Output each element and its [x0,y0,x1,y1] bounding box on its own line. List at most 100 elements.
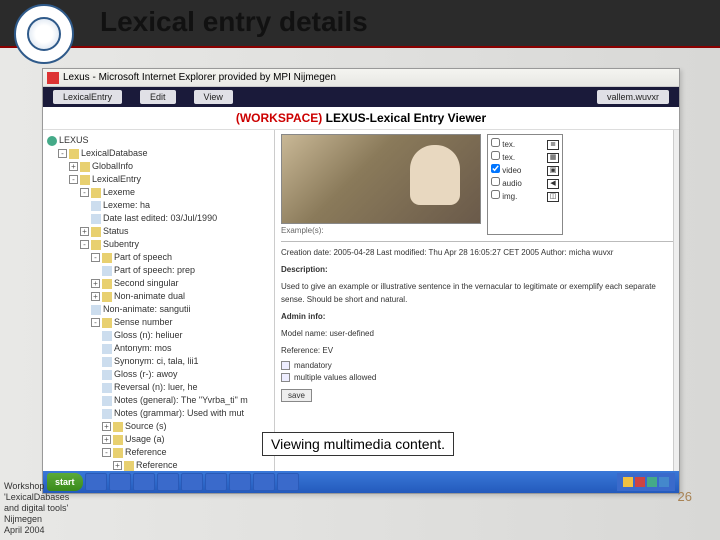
tree-item[interactable]: Antonym: mos [102,342,272,355]
details-pane: Example(s): tex.≣ tex.▦ video▣ audio◀ im… [275,130,679,474]
doc-icon [102,357,112,367]
workspace-header: (WORKSPACE) LEXUS-Lexical Entry Viewer [43,107,679,130]
opt-text2[interactable] [491,151,500,160]
tree-item[interactable]: +Non-animate dual [91,290,272,303]
opt-video[interactable] [491,164,500,173]
tree-item[interactable]: Gloss (n): heliuer [102,329,272,342]
task-item[interactable] [253,473,275,491]
tree-item[interactable]: -Part of speech Part of speech: prep [91,251,272,277]
mandatory-checkbox[interactable] [281,361,290,370]
tray-icon [647,477,657,487]
tree-item[interactable]: +Second singular [91,277,272,290]
tree-item[interactable]: Lexeme: ha [91,199,272,212]
caption: Viewing multimedia content. [262,432,454,456]
doc-icon [91,214,101,224]
globe-icon [47,136,57,146]
folder-icon [102,318,112,328]
tree-item[interactable]: Notes (general): The "Yvrba_ti" m [102,394,272,407]
tree-root[interactable]: LEXUS -LexicalDatabase +GlobalInfo -Lexi… [47,134,272,474]
task-item[interactable] [277,473,299,491]
task-item[interactable] [133,473,155,491]
tree-item[interactable]: -Reference +Reference -Example [102,446,272,474]
tree-item[interactable]: Part of speech: prep [102,264,272,277]
text-icon: ≣ [547,140,559,150]
save-button[interactable]: save [281,389,312,402]
tree-item[interactable]: Gloss (r-): awoy [102,368,272,381]
task-item[interactable] [181,473,203,491]
menu-edit[interactable]: Edit [140,90,176,104]
model-name: Model name: user-defined [281,327,673,340]
tree-item[interactable]: Synonym: ci, tala, lii1 [102,355,272,368]
tree-item[interactable]: -Sense number Gloss (n): heliuer Antonym… [91,316,272,474]
tree-item[interactable]: -Lexeme Lexeme: ha Date last edited: 03/… [80,186,272,225]
task-item[interactable] [157,473,179,491]
tray-icon [659,477,669,487]
reference: Reference: EV [281,344,673,357]
task-item[interactable] [109,473,131,491]
tree-item[interactable]: +GlobalInfo [69,160,272,173]
folder-icon [113,435,123,445]
app-name: LEXUS-Lexical Entry Viewer [326,111,487,125]
menu-view[interactable]: View [194,90,233,104]
task-item[interactable] [229,473,251,491]
favicon [47,72,59,84]
multiple-label: multiple values allowed [294,373,376,382]
tray-icon [623,477,633,487]
tree-item[interactable]: +Usage (a) [102,433,272,446]
folder-icon [102,279,112,289]
browser-titlebar: Lexus - Microsoft Internet Explorer prov… [43,69,679,87]
mpi-logo [14,4,74,64]
mandatory-label: mandatory [294,361,332,370]
description-text: Used to give an example or illustrative … [281,280,673,306]
tree-pane[interactable]: LEXUS -LexicalDatabase +GlobalInfo -Lexi… [43,130,275,474]
doc-icon [102,370,112,380]
menu-user[interactable]: vallem.wuvxr [597,90,669,104]
doc-icon [102,396,112,406]
slide-number: 26 [678,489,692,504]
doc-icon [91,201,101,211]
task-item[interactable] [85,473,107,491]
tree-item[interactable]: -LexicalDatabase +GlobalInfo -LexicalEnt… [58,147,272,474]
folder-icon [80,162,90,172]
opt-img[interactable] [491,190,500,199]
tree-item[interactable]: +Status [80,225,272,238]
tree-item[interactable]: Reversal (n): luer, he [102,381,272,394]
folder-icon [113,448,123,458]
example-label: Example(s): [281,226,481,235]
doc-icon [102,331,112,341]
tree-item[interactable]: -LexicalEntry -Lexeme Lexeme: ha Date la… [69,173,272,474]
opt-text1[interactable] [491,138,500,147]
tray-icon [635,477,645,487]
audio-icon: ◀ [547,179,559,189]
doc-icon [102,409,112,419]
tree-item[interactable]: Non-animate: sangutii [91,303,272,316]
footer-text: Workshop 'LexicalDabases and digital too… [4,481,69,536]
grid-icon: ▦ [547,153,559,163]
task-item[interactable] [205,473,227,491]
creation-info: Creation date: 2005-04-28 Last modified:… [281,246,673,259]
multiple-checkbox[interactable] [281,373,290,382]
tree-item[interactable]: -Subentry -Part of speech Part of speech… [80,238,272,474]
folder-icon [91,227,101,237]
video-icon: ▣ [547,166,559,176]
folder-icon [91,240,101,250]
system-tray[interactable] [617,473,675,491]
media-image[interactable] [281,134,481,224]
folder-icon [80,175,90,185]
tree-item[interactable]: Notes (grammar): Used with mut [102,407,272,420]
tree-item[interactable]: +Source (s) [102,420,272,433]
doc-icon [102,383,112,393]
tree-item[interactable]: Date last edited: 03/Jul/1990 [91,212,272,225]
doc-icon [102,344,112,354]
browser-window: Lexus - Microsoft Internet Explorer prov… [42,68,680,494]
taskbar: start [43,471,679,493]
folder-icon [124,461,134,471]
menu-lexicalentry[interactable]: LexicalEntry [53,90,122,104]
scrollbar[interactable] [673,130,679,474]
menubar: LexicalEntry Edit View vallem.wuvxr [43,87,679,107]
description-label: Description: [281,265,328,274]
doc-icon [91,305,101,315]
folder-icon [102,253,112,263]
opt-audio[interactable] [491,177,500,186]
slide-title: Lexical entry details [100,6,368,38]
